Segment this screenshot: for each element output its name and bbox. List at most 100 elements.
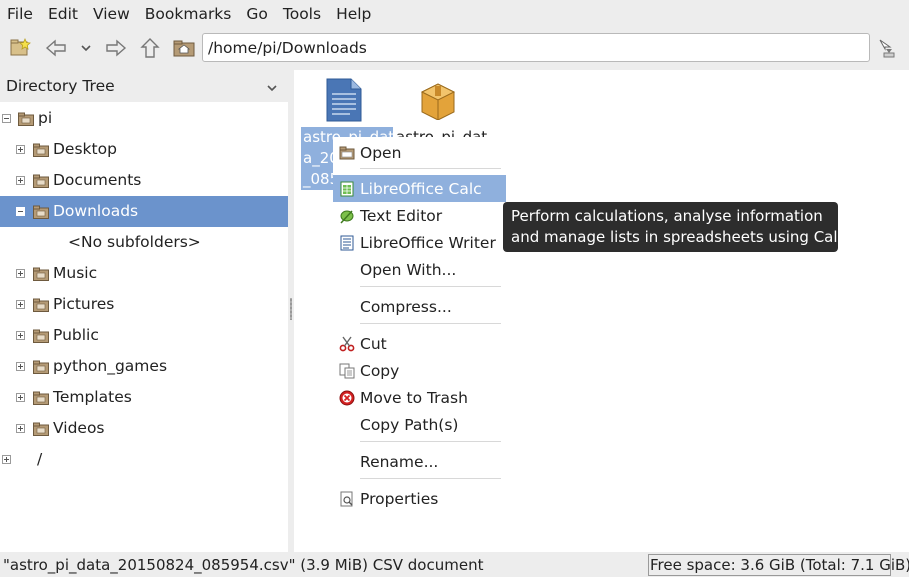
- menu-separator: [360, 441, 501, 442]
- expand-icon[interactable]: [2, 455, 11, 464]
- tree-item[interactable]: Downloads: [0, 196, 288, 227]
- ctx-label: Open With...: [360, 260, 457, 279]
- folder-open-icon: [339, 146, 355, 160]
- ctx-text-editor[interactable]: Text Editor: [333, 202, 506, 229]
- expand-icon[interactable]: [16, 424, 25, 433]
- tree-item-label: Videos: [53, 419, 105, 437]
- collapse-icon[interactable]: [2, 114, 11, 123]
- ctx-open-with[interactable]: Open With...: [333, 256, 506, 283]
- collapse-icon[interactable]: [16, 207, 25, 216]
- ctx-label: Copy: [360, 361, 400, 380]
- expand-icon[interactable]: [16, 362, 25, 371]
- tree-item-label: pi: [38, 109, 53, 127]
- tree-item-label: Music: [53, 264, 98, 282]
- downloads-folder-icon: [33, 205, 49, 219]
- ctx-open[interactable]: Open: [333, 139, 506, 166]
- videos-folder-icon: [33, 422, 49, 436]
- expand-icon[interactable]: [16, 269, 25, 278]
- tree-item[interactable]: pi: [0, 103, 288, 134]
- sidebar-title: Directory Tree: [6, 77, 115, 95]
- new-window-icon[interactable]: [9, 36, 33, 60]
- menu-tools[interactable]: Tools: [276, 0, 329, 28]
- context-menu: Open LibreOffice Calc Text Editor LibreO…: [333, 137, 507, 520]
- copy-icon: [339, 363, 355, 379]
- calc-icon: [340, 181, 354, 197]
- ctx-label: Move to Trash: [360, 388, 468, 407]
- tree-item[interactable]: Music: [0, 258, 288, 289]
- tree-item-label: /: [37, 450, 43, 468]
- ctx-copy-paths[interactable]: Copy Path(s): [333, 411, 506, 438]
- menu-file[interactable]: File: [0, 0, 41, 28]
- tree-item[interactable]: Videos: [0, 413, 288, 444]
- home-icon[interactable]: [172, 36, 196, 60]
- chevron-down-icon[interactable]: [266, 79, 278, 97]
- public-folder-icon: [33, 329, 49, 343]
- statusbar: "astro_pi_data_20150824_085954.csv" (3.9…: [0, 552, 909, 577]
- menu-separator: [360, 323, 501, 324]
- expand-icon[interactable]: [16, 300, 25, 309]
- tree-item[interactable]: Desktop: [0, 134, 288, 165]
- documents-folder-icon: [33, 174, 49, 188]
- sidebar-header[interactable]: Directory Tree: [0, 70, 288, 102]
- ctx-copy[interactable]: Copy: [333, 357, 506, 384]
- tree-item[interactable]: Public: [0, 320, 288, 351]
- ctx-compress[interactable]: Compress...: [333, 293, 506, 320]
- tree-item[interactable]: python_games: [0, 351, 288, 382]
- tree-item-label: Public: [53, 326, 99, 344]
- menu-separator: [360, 286, 501, 287]
- home-folder-icon: [18, 112, 34, 126]
- tree-item-label: Desktop: [53, 140, 117, 158]
- ctx-cut[interactable]: Cut: [333, 330, 506, 357]
- ctx-label: LibreOffice Writer: [360, 233, 496, 252]
- tooltip-line: Perform calculations, analyse informatio…: [511, 207, 823, 225]
- writer-icon: [340, 235, 354, 251]
- tree-item[interactable]: Pictures: [0, 289, 288, 320]
- menu-bookmarks[interactable]: Bookmarks: [138, 0, 240, 28]
- ctx-rename[interactable]: Rename...: [333, 448, 506, 475]
- ctx-libreoffice-calc[interactable]: LibreOffice Calc: [333, 175, 506, 202]
- menubar: File Edit View Bookmarks Go Tools Help: [0, 0, 909, 28]
- menu-view[interactable]: View: [86, 0, 138, 28]
- music-folder-icon: [33, 267, 49, 281]
- menu-help[interactable]: Help: [329, 0, 379, 28]
- ctx-label: Cut: [360, 334, 387, 353]
- ctx-label: Compress...: [360, 297, 452, 316]
- folder-icon: [33, 360, 49, 374]
- forward-icon[interactable]: [104, 36, 128, 60]
- templates-folder-icon: [33, 391, 49, 405]
- tree-item[interactable]: /: [0, 444, 288, 475]
- pictures-folder-icon: [33, 298, 49, 312]
- path-input[interactable]: [202, 33, 870, 62]
- up-icon[interactable]: [138, 36, 162, 60]
- tree-item-label: <No subfolders>: [68, 233, 201, 251]
- ctx-properties[interactable]: Properties: [333, 485, 506, 512]
- expand-icon[interactable]: [16, 176, 25, 185]
- menu-go[interactable]: Go: [239, 0, 276, 28]
- tree-item[interactable]: <No subfolders>: [0, 227, 288, 258]
- menu-separator: [360, 168, 501, 169]
- ctx-label: Properties: [360, 489, 439, 508]
- menu-separator: [360, 478, 501, 479]
- tree-item-label: Downloads: [53, 202, 139, 220]
- history-dropdown-icon[interactable]: [74, 36, 98, 60]
- tree-item-label: Templates: [53, 388, 132, 406]
- ctx-label: Text Editor: [360, 206, 443, 225]
- jump-icon[interactable]: [875, 36, 899, 60]
- expand-icon[interactable]: [16, 393, 25, 402]
- status-free-space: Free space: 3.6 GiB (Total: 7.1 GiB): [648, 554, 909, 576]
- tree-item-label: Documents: [53, 171, 142, 189]
- expand-icon[interactable]: [16, 145, 25, 154]
- back-icon[interactable]: [44, 36, 68, 60]
- menu-edit[interactable]: Edit: [41, 0, 86, 28]
- tree-item[interactable]: Templates: [0, 382, 288, 413]
- tooltip: Perform calculations, analyse informatio…: [503, 202, 851, 252]
- tree-item-label: Pictures: [53, 295, 115, 313]
- ctx-move-to-trash[interactable]: Move to Trash: [333, 384, 506, 411]
- tooltip-line: and manage lists in spreadsheets using C…: [511, 228, 851, 246]
- ctx-libreoffice-writer[interactable]: LibreOffice Writer: [333, 229, 506, 256]
- status-file-info: "astro_pi_data_20150824_085954.csv" (3.9…: [3, 556, 484, 574]
- tree-item[interactable]: Documents: [0, 165, 288, 196]
- ctx-label: Open: [360, 143, 402, 162]
- desktop-folder-icon: [33, 143, 49, 157]
- expand-icon[interactable]: [16, 331, 25, 340]
